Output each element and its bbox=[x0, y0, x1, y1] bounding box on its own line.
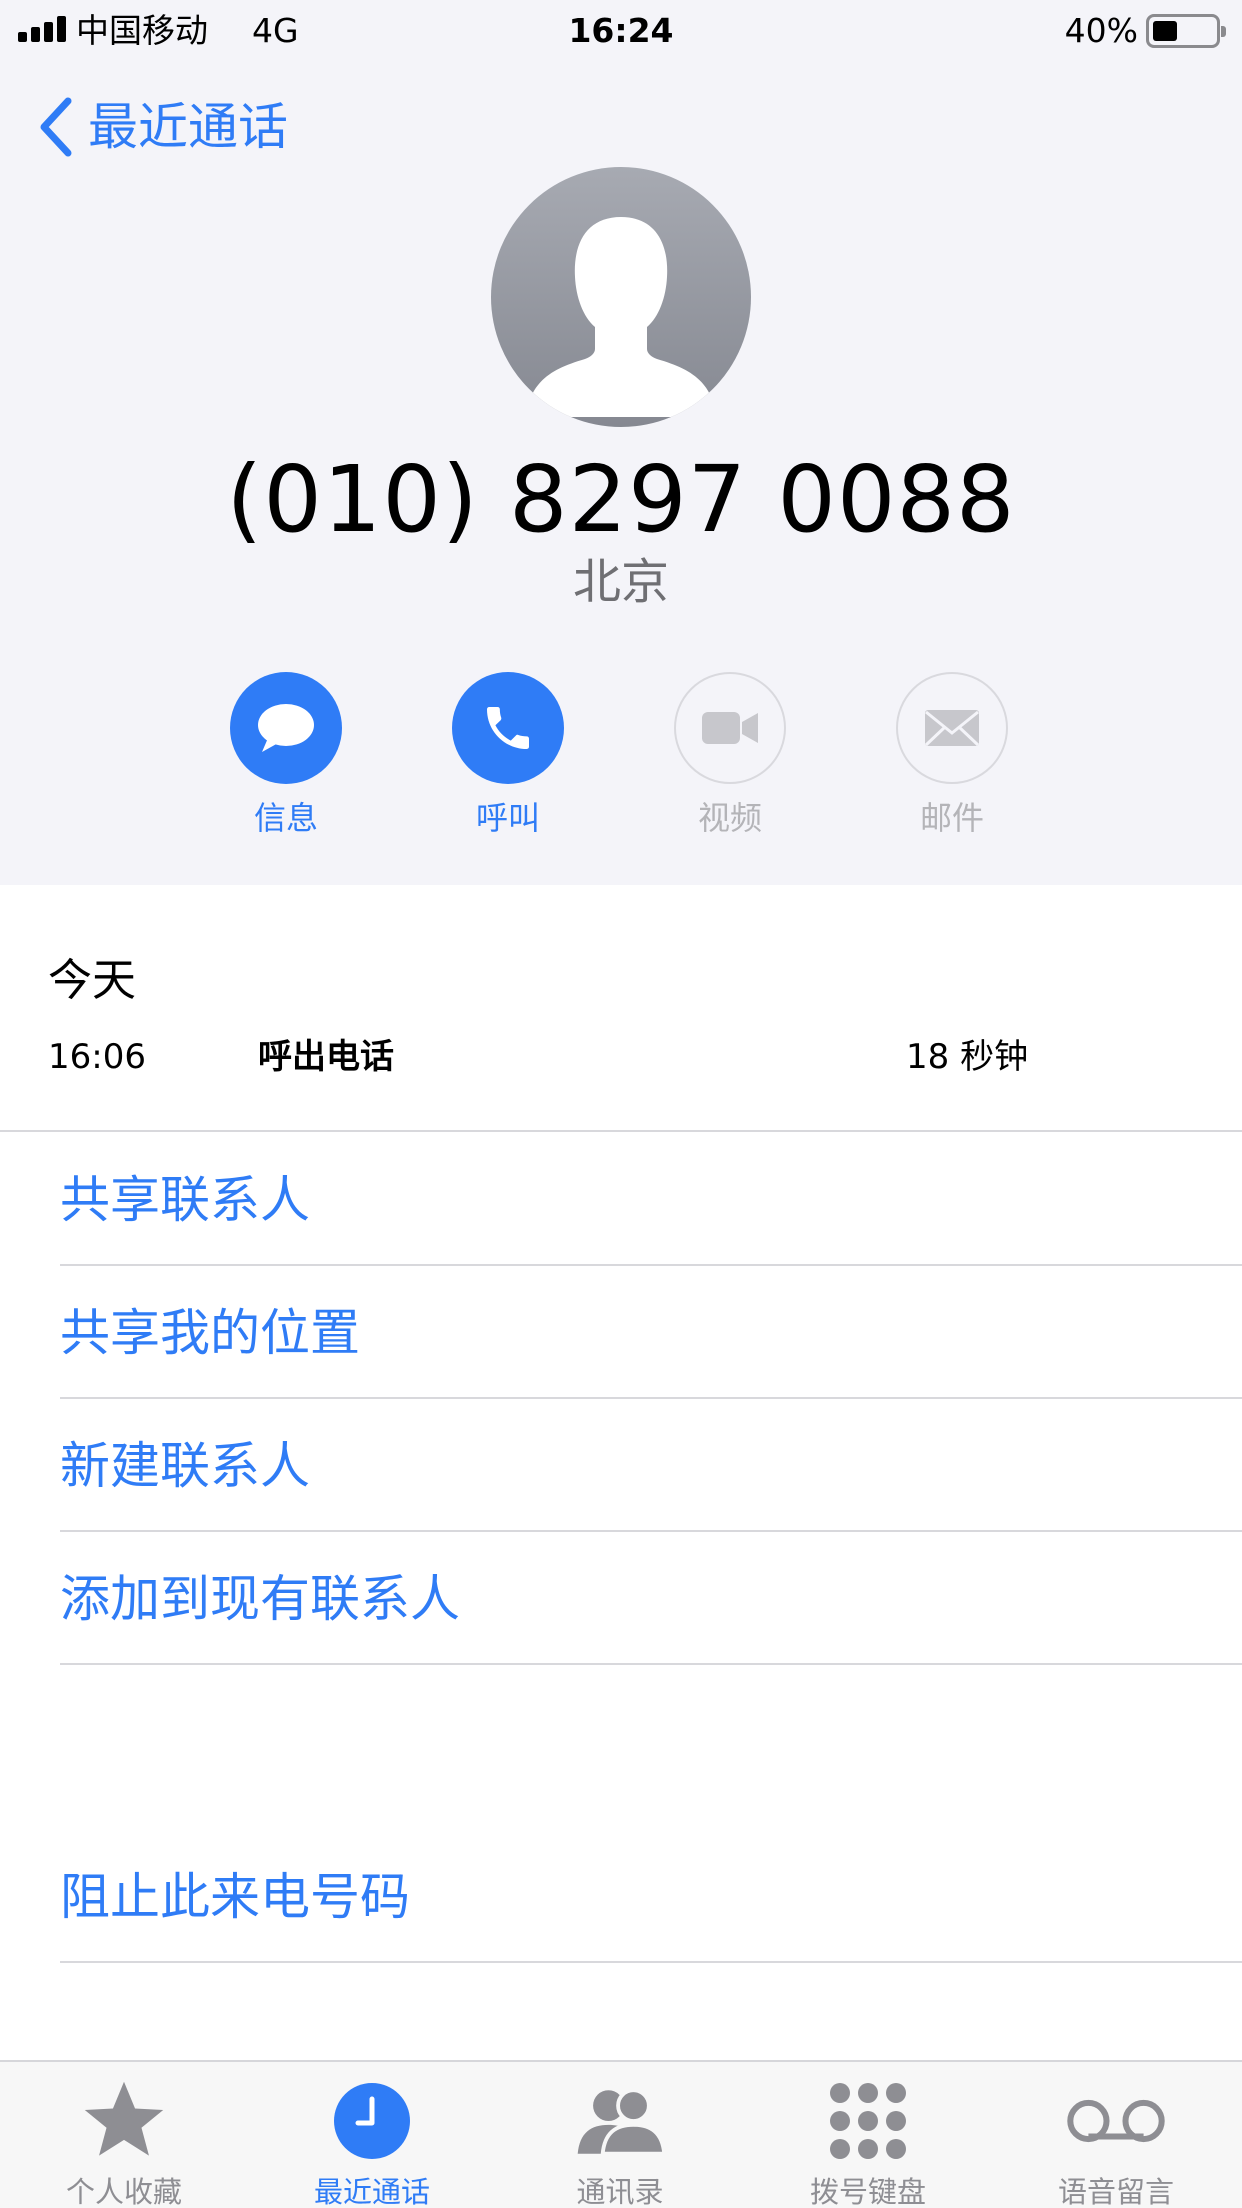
add-to-existing-contact-row[interactable]: 添加到现有联系人 bbox=[60, 1531, 1242, 1665]
add-to-existing-contact-label: 添加到现有联系人 bbox=[60, 1570, 460, 1628]
call-action-label: 呼叫 bbox=[475, 799, 540, 837]
message-action-label: 信息 bbox=[253, 799, 318, 837]
chevron-left-icon bbox=[40, 97, 72, 157]
person-silhouette-icon bbox=[525, 217, 717, 417]
envelope-icon bbox=[924, 710, 980, 747]
share-contact-label: 共享联系人 bbox=[60, 1171, 310, 1229]
video-camera-icon bbox=[702, 712, 758, 744]
battery-percent: 40% bbox=[1064, 11, 1138, 50]
status-bar: 中国移动 4G 16:24 40% bbox=[0, 0, 1242, 62]
keypad-icon bbox=[818, 2076, 918, 2166]
message-action-button[interactable]: 信息 bbox=[211, 672, 361, 838]
mail-action-label: 邮件 bbox=[919, 799, 984, 837]
block-caller-row[interactable]: 阻止此来电号码 bbox=[60, 1829, 1242, 1963]
contact-phone-number: (010) 8297 0088 bbox=[226, 446, 1016, 553]
contact-location: 北京 bbox=[572, 554, 669, 610]
tab-keypad-label: 拨号键盘 bbox=[809, 2175, 926, 2208]
tab-recents-label: 最近通话 bbox=[313, 2175, 430, 2208]
tab-recents[interactable]: 最近通话 bbox=[248, 2062, 496, 2208]
call-duration: 18 秒钟 bbox=[906, 1037, 1029, 1077]
tab-voicemail[interactable]: 语音留言 bbox=[992, 2062, 1240, 2208]
tab-contacts[interactable]: 通讯录 bbox=[496, 2062, 744, 2208]
video-action-button[interactable]: 视频 bbox=[655, 672, 805, 838]
contact-avatar bbox=[491, 167, 751, 427]
tab-voicemail-label: 语音留言 bbox=[1057, 2175, 1174, 2208]
call-action-button[interactable]: 呼叫 bbox=[433, 672, 583, 838]
share-contact-row[interactable]: 共享联系人 bbox=[60, 1132, 1242, 1266]
tab-favorites[interactable]: 个人收藏 bbox=[0, 2062, 248, 2208]
call-day-heading: 今天 bbox=[48, 955, 136, 1006]
share-location-label: 共享我的位置 bbox=[60, 1304, 360, 1362]
create-contact-row[interactable]: 新建联系人 bbox=[60, 1398, 1242, 1532]
back-button[interactable]: 最近通话 bbox=[36, 92, 288, 162]
back-label: 最近通话 bbox=[88, 98, 288, 156]
mail-action-button[interactable]: 邮件 bbox=[877, 672, 1027, 838]
tab-keypad[interactable]: 拨号键盘 bbox=[744, 2062, 992, 2208]
call-time: 16:06 bbox=[48, 1037, 146, 1077]
share-location-row[interactable]: 共享我的位置 bbox=[60, 1265, 1242, 1399]
video-action-label: 视频 bbox=[697, 799, 762, 837]
star-icon bbox=[74, 2076, 174, 2166]
tab-contacts-label: 通讯录 bbox=[576, 2175, 664, 2208]
create-contact-label: 新建联系人 bbox=[60, 1437, 310, 1495]
call-type: 呼出电话 bbox=[258, 1037, 394, 1077]
tab-bar: 个人收藏 最近通话 通讯录 拨号键盘 语音留言 bbox=[0, 2060, 1242, 2208]
message-bubble-icon bbox=[258, 704, 314, 752]
battery-icon bbox=[1146, 14, 1226, 48]
tab-favorites-label: 个人收藏 bbox=[65, 2175, 182, 2208]
clock-icon bbox=[322, 2076, 422, 2166]
contacts-icon bbox=[570, 2076, 670, 2166]
voicemail-icon bbox=[1066, 2076, 1166, 2166]
phone-icon bbox=[487, 707, 529, 749]
block-caller-label: 阻止此来电号码 bbox=[60, 1868, 410, 1926]
status-time: 16:24 bbox=[568, 11, 674, 50]
